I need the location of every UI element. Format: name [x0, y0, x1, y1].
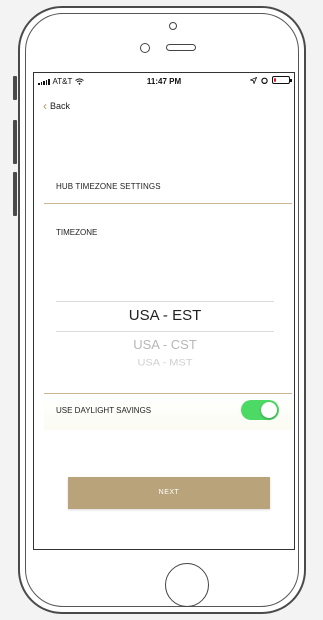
picker-bottom-line: [56, 331, 274, 332]
volume-down-button: [13, 172, 17, 216]
picker-option[interactable]: USA - CST: [56, 337, 274, 352]
mute-switch: [13, 76, 17, 100]
timezone-label: TIMEZONE: [56, 228, 98, 237]
status-bar: AT&T 11:47 PM: [34, 73, 294, 91]
next-button[interactable]: NEXT: [68, 477, 270, 509]
chevron-left-icon: ‹: [43, 99, 47, 113]
section-title: HUB TIMEZONE SETTINGS: [56, 182, 161, 191]
home-button[interactable]: [165, 563, 209, 607]
daylight-savings-label: USE DAYLIGHT SAVINGS: [56, 406, 152, 415]
app-screen: AT&T 11:47 PM ‹ Back HUB TIMEZONE SETTIN…: [33, 72, 295, 550]
section-divider: [44, 203, 292, 204]
battery-fill: [274, 78, 277, 82]
picker-selected-option[interactable]: USA - EST: [56, 307, 274, 324]
speaker-icon: [166, 44, 196, 51]
back-label: Back: [50, 101, 71, 111]
picker-top-line: [56, 301, 274, 302]
toggle-knob: [261, 402, 277, 418]
battery-icon: [272, 76, 292, 84]
alarm-icon: [261, 77, 268, 84]
location-icon: [250, 76, 257, 84]
volume-up-button: [13, 120, 17, 164]
daylight-savings-toggle[interactable]: [241, 400, 279, 420]
back-button[interactable]: ‹ Back: [43, 100, 70, 112]
sensor-icon: [140, 43, 150, 53]
front-camera-icon: [169, 22, 177, 30]
picker-option[interactable]: USA - MST: [56, 358, 274, 368]
timezone-picker[interactable]: USA - EST USA - CST USA - MST: [56, 301, 274, 383]
